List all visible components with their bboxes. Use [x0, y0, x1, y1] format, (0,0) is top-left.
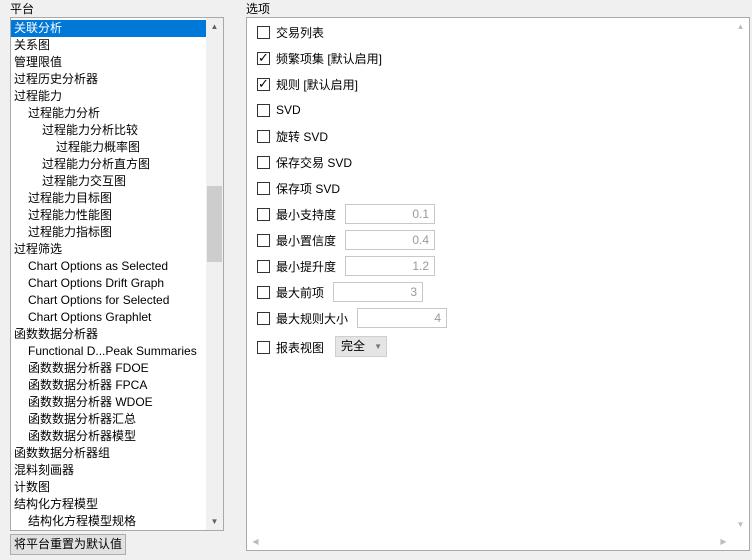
platform-list-item[interactable]: 过程历史分析器 — [11, 71, 206, 88]
option-label: 规则 [默认启用] — [276, 77, 359, 92]
option-value-field[interactable]: 4 — [357, 308, 447, 328]
option-row: 保存项 SVD — [257, 178, 340, 198]
platform-list-item[interactable]: Chart Options Drift Graph — [11, 275, 206, 292]
scroll-right-icon[interactable]: ▶ — [715, 533, 732, 550]
option-checkbox[interactable] — [257, 129, 270, 143]
platform-list-item[interactable]: 过程能力指标图 — [11, 224, 206, 241]
platform-list-item[interactable]: 函数数据分析器模型 — [11, 428, 206, 445]
chevron-down-icon: ▼ — [374, 342, 382, 351]
option-checkbox[interactable] — [257, 181, 270, 195]
option-label: 最大规则大小 — [276, 311, 349, 326]
option-checkbox[interactable] — [257, 155, 270, 169]
platform-list-item[interactable]: 函数数据分析器组 — [11, 445, 206, 462]
options-vertical-scrollbar[interactable]: ▲ ▼ — [732, 18, 749, 533]
platform-list-item[interactable]: 过程能力概率图 — [11, 139, 206, 156]
options-section-label: 选项 — [246, 2, 271, 16]
option-label: 报表视图 — [276, 340, 325, 355]
platform-list-item[interactable]: 关联分析 — [11, 20, 206, 37]
platform-list-item[interactable]: 混料刻画器 — [11, 462, 206, 479]
platform-list-item[interactable]: 计数图 — [11, 479, 206, 496]
platform-list-item[interactable]: 结构化方程模型规格 — [11, 513, 206, 530]
option-row: 旋转 SVD — [257, 126, 328, 146]
option-label: 最大前项 — [276, 285, 325, 300]
option-label: 保存交易 SVD — [276, 155, 353, 170]
option-checkbox[interactable] — [257, 233, 270, 247]
option-label: 保存项 SVD — [276, 181, 341, 196]
platform-list[interactable]: 关联分析 关系图 管理限值 过程历史分析器 过程能力 过程能力分析 过程能力分析比较 过程能力… — [10, 17, 224, 531]
scroll-down-icon[interactable]: ▼ — [732, 516, 749, 533]
option-checkbox[interactable] — [257, 259, 270, 273]
option-label: 交易列表 — [276, 25, 325, 40]
platform-list-item[interactable]: 过程能力性能图 — [11, 207, 206, 224]
option-row: ✓ 规则 [默认启用] — [257, 74, 358, 94]
scroll-up-icon[interactable]: ▲ — [206, 18, 223, 35]
platform-list-item[interactable]: 函数数据分析器 FDOE — [11, 360, 206, 377]
platform-list-item[interactable]: 过程能力 — [11, 88, 206, 105]
platform-list-item[interactable]: 过程能力分析直方图 — [11, 156, 206, 173]
option-row: 最小置信度 — [257, 230, 336, 250]
platform-list-item[interactable]: 函数数据分析器 FPCA — [11, 377, 206, 394]
platform-list-item[interactable]: 过程筛选 — [11, 241, 206, 258]
platform-list-item[interactable]: 函数数据分析器 — [11, 326, 206, 343]
platform-list-item[interactable]: 过程能力分析比较 — [11, 122, 206, 139]
options-panel: 交易列表 ✓ 频繁项集 [默认启用] ✓ 规则 [默认启用] SVD 旋转 SVD 保存交易 … — [246, 17, 750, 551]
platform-section-label: 平台 — [10, 2, 35, 16]
option-value-field[interactable]: 1.2 — [345, 256, 435, 276]
checkmark-icon: ✓ — [258, 75, 269, 91]
platform-list-item[interactable]: 关系图 — [11, 37, 206, 54]
option-row: ✓ 频繁项集 [默认启用] — [257, 48, 382, 68]
option-checkbox[interactable]: ✓ — [257, 49, 270, 65]
option-label: 频繁项集 [默认启用] — [276, 51, 383, 66]
scroll-left-icon[interactable]: ◀ — [247, 533, 264, 550]
scrollbar-thumb[interactable] — [207, 186, 222, 262]
option-row: SVD — [257, 100, 301, 120]
option-checkbox[interactable] — [257, 311, 270, 325]
option-checkbox[interactable] — [257, 103, 270, 117]
platform-list-item[interactable]: Chart Options for Selected — [11, 292, 206, 309]
platform-list-item[interactable]: 函数数据分析器 WDOE — [11, 394, 206, 411]
option-label: 最小支持度 — [276, 207, 337, 222]
option-checkbox[interactable] — [257, 207, 270, 221]
platform-list-item[interactable]: 过程能力目标图 — [11, 190, 206, 207]
platform-list-item[interactable]: Chart Options as Selected — [11, 258, 206, 275]
options-horizontal-scrollbar[interactable]: ◀ ▶ — [247, 533, 749, 550]
option-label: 旋转 SVD — [276, 129, 329, 144]
option-value-field[interactable]: 0.4 — [345, 230, 435, 250]
option-value-field[interactable]: 0.1 — [345, 204, 435, 224]
platform-list-item[interactable]: 管理限值 — [11, 54, 206, 71]
platform-list-item[interactable]: Functional D...Peak Summaries — [11, 343, 206, 360]
platform-list-items: 关联分析 关系图 管理限值 过程历史分析器 过程能力 过程能力分析 过程能力分析比较 过程能力… — [11, 20, 206, 530]
platform-list-scrollbar[interactable]: ▲ ▼ — [206, 18, 223, 530]
option-checkbox[interactable] — [257, 285, 270, 299]
option-checkbox[interactable] — [257, 25, 270, 39]
option-row: 保存交易 SVD — [257, 152, 352, 172]
option-label: 最小提升度 — [276, 259, 337, 274]
report-view-select-value: 完全 — [341, 339, 366, 353]
option-row: 交易列表 — [257, 22, 324, 42]
platform-list-item[interactable]: 结构化方程模型 — [11, 496, 206, 513]
option-row: 最小提升度 — [257, 256, 336, 276]
platform-list-item[interactable]: 过程能力分析 — [11, 105, 206, 122]
option-row: 最小支持度 — [257, 204, 336, 224]
option-row: 报表视图 — [257, 337, 324, 357]
checkmark-icon: ✓ — [258, 49, 269, 65]
option-value-field[interactable]: 3 — [333, 282, 423, 302]
platform-list-item[interactable]: Chart Options Graphlet — [11, 309, 206, 326]
option-row: 最大前项 — [257, 282, 324, 302]
option-label: 最小置信度 — [276, 233, 337, 248]
report-view-select[interactable]: 完全 ▼ — [335, 336, 387, 357]
scroll-up-icon[interactable]: ▲ — [732, 18, 749, 35]
option-label: SVD — [276, 103, 301, 117]
option-row: 最大规则大小 — [257, 308, 348, 328]
platform-list-item[interactable]: 过程能力交互图 — [11, 173, 206, 190]
option-checkbox[interactable] — [257, 340, 270, 354]
reset-platform-defaults-button[interactable]: 将平台重置为默认值 — [10, 534, 126, 555]
option-checkbox[interactable]: ✓ — [257, 75, 270, 91]
scroll-down-icon[interactable]: ▼ — [206, 513, 223, 530]
platform-list-item[interactable]: 函数数据分析器汇总 — [11, 411, 206, 428]
